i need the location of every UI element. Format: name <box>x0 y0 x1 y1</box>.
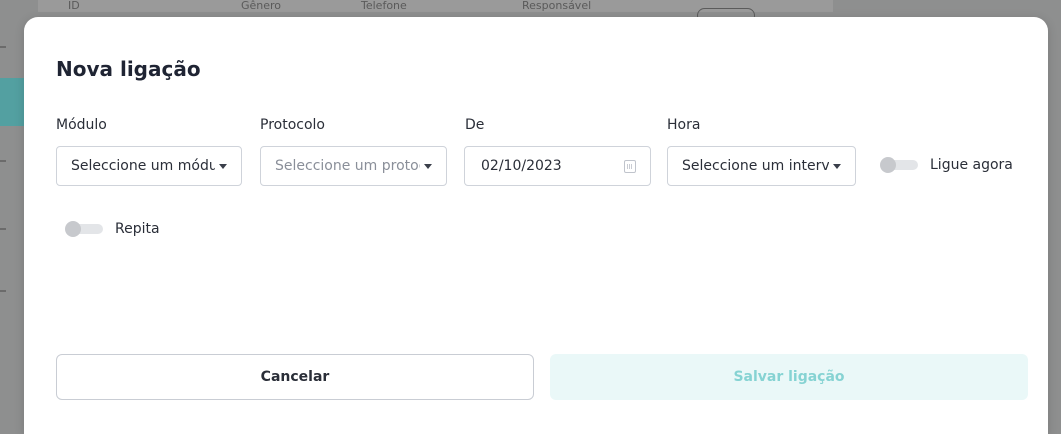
modal-title: Nova ligação <box>56 57 201 81</box>
protocol-label: Protocolo <box>260 117 325 133</box>
module-select[interactable]: Seleccione um módulo <box>56 146 242 186</box>
date-label: De <box>465 117 485 133</box>
call-now-toggle[interactable]: Ligue agora <box>880 157 1013 173</box>
switch-knob <box>65 221 81 237</box>
sidebar-accent <box>0 78 24 126</box>
repeat-switch[interactable] <box>65 221 103 237</box>
hour-label: Hora <box>667 117 701 133</box>
module-select-value: Seleccione um módulo <box>71 158 215 174</box>
protocol-select-placeholder: Seleccione um protocolo <box>275 158 420 174</box>
sidebar-marker <box>0 46 6 48</box>
date-value: 02/10/2023 <box>481 158 562 174</box>
column-id: ID <box>68 0 80 12</box>
hour-select-value: Seleccione um intervalo <box>682 158 829 174</box>
hour-select[interactable]: Seleccione um intervalo <box>667 146 856 186</box>
column-telefone: Telefone <box>361 0 407 12</box>
calendar-icon[interactable] <box>624 159 636 173</box>
repeat-toggle[interactable]: Repita <box>65 221 160 237</box>
new-call-modal: Nova ligação Módulo Seleccione um módulo… <box>24 17 1048 434</box>
chevron-down-icon <box>424 163 432 169</box>
chevron-down-icon <box>219 163 227 169</box>
sidebar-marker <box>0 290 6 292</box>
protocol-select[interactable]: Seleccione um protocolo <box>260 146 447 186</box>
call-now-switch[interactable] <box>880 157 918 173</box>
sidebar-marker <box>0 228 6 230</box>
repeat-label: Repita <box>115 221 160 237</box>
save-call-button[interactable]: Salvar ligação <box>550 354 1028 400</box>
switch-knob <box>880 157 896 173</box>
cancel-button[interactable]: Cancelar <box>56 354 534 400</box>
module-label: Módulo <box>56 117 107 133</box>
column-genero: Gênero <box>241 0 282 12</box>
date-field[interactable]: 02/10/2023 <box>464 146 651 186</box>
sidebar-marker <box>0 160 6 162</box>
column-responsavel: Responsável <box>522 0 592 12</box>
call-now-label: Ligue agora <box>930 157 1013 173</box>
chevron-down-icon <box>833 163 841 169</box>
